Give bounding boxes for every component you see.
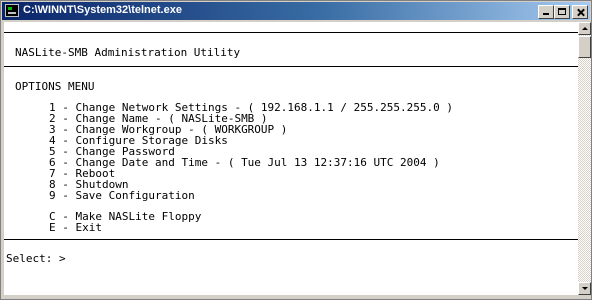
maximize-button[interactable] <box>554 5 570 19</box>
menu-title: OPTIONS MENU <box>15 80 95 93</box>
minimize-button[interactable] <box>538 5 554 19</box>
telnet-window: C:\WINNT\System32\telnet.exe NASLite-SMB… <box>0 0 592 300</box>
scroll-up-arrow-icon[interactable] <box>578 22 591 35</box>
select-prompt[interactable]: Select: > <box>6 253 66 264</box>
menu-item-save: 9 - Save Configuration <box>49 189 195 202</box>
divider-header <box>4 66 578 67</box>
divider-top <box>4 32 578 33</box>
app-header: NASLite-SMB Administration Utility <box>15 46 241 59</box>
menu-item-exit: E - Exit <box>49 221 102 234</box>
divider-prompt <box>4 239 578 240</box>
window-title: C:\WINNT\System32\telnet.exe <box>23 4 182 16</box>
vertical-scrollbar[interactable] <box>578 22 591 295</box>
scroll-thumb[interactable] <box>578 36 591 58</box>
console-area[interactable]: NASLite-SMB Administration Utility OPTIO… <box>4 22 578 295</box>
title-bar[interactable]: C:\WINNT\System32\telnet.exe <box>2 2 590 20</box>
scroll-down-arrow-icon[interactable] <box>578 282 591 295</box>
close-button[interactable] <box>572 5 588 19</box>
console-icon[interactable] <box>5 4 19 17</box>
